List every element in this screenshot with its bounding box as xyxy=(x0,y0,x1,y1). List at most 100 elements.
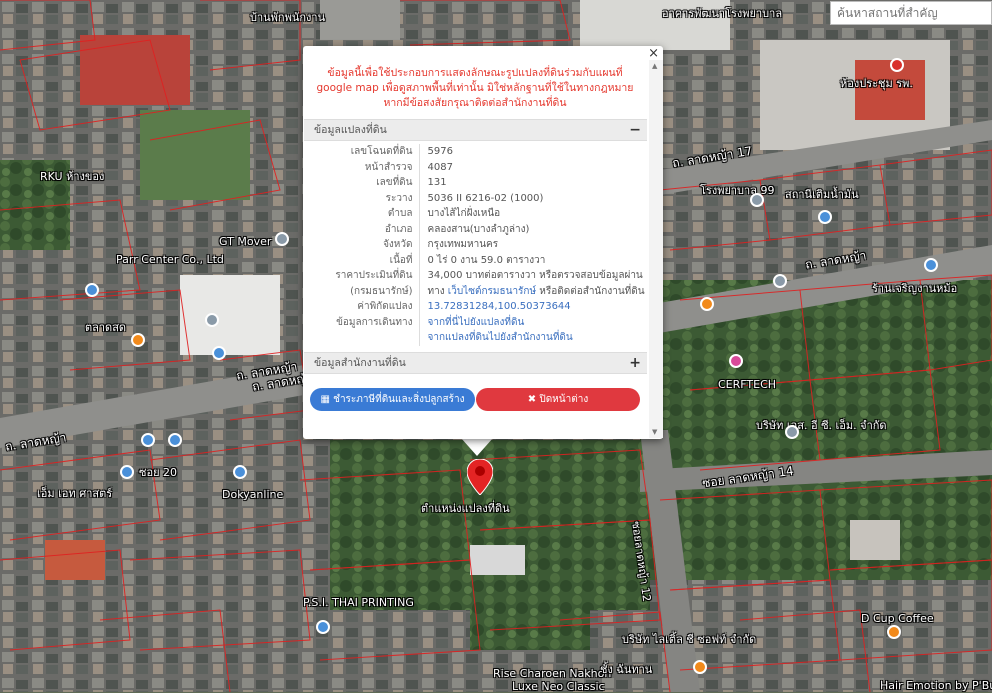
field-label: เลขโฉนดที่ดิน xyxy=(303,144,420,160)
table-row: หน้าสำรวจ 4087 xyxy=(303,159,647,175)
place-label-parr: Parr Center Co., Ltd xyxy=(116,253,224,266)
place-label-rise: Rise Charoen Nakhon xyxy=(493,667,612,680)
place-label-psi: P.S.I. THAI PRINTING xyxy=(303,596,414,609)
table-row: ระวาง 5036 II 6216-02 (1000) xyxy=(303,190,647,206)
office-section-title: ข้อมูลสำนักงานที่ดิน xyxy=(314,356,406,369)
scroll-up-icon[interactable]: ▲ xyxy=(652,62,657,70)
table-row: ตำบล บางไส้ไก่ฝั่งเหนือ xyxy=(303,206,647,222)
field-label: หน้าสำรวจ xyxy=(303,159,420,175)
field-label: ระวาง xyxy=(303,190,420,206)
deed-number-value: 5976 xyxy=(427,146,453,157)
place-label-shopping: ห้องประชุม รพ. xyxy=(840,77,913,90)
area-value: 0 ไร่ 0 งาน 59.0 ตารางวา xyxy=(427,254,546,266)
survey-page-value: 4087 xyxy=(427,161,453,173)
search-input[interactable] xyxy=(830,1,992,25)
popup-actions: ▦ ชำระภาษีที่ดินและสิ่งปลูกสร้าง ✖ ปิดหน… xyxy=(310,388,640,412)
table-row: จังหวัด กรุงเทพมหานคร xyxy=(303,237,647,253)
bus-pin-icon[interactable] xyxy=(141,433,155,447)
restaurant-pin-icon[interactable] xyxy=(131,333,145,347)
place-label-bbc: บริษัท เอส. อี ซี. เอ็ม. จำกัด xyxy=(756,419,887,432)
gas-station-pin-icon[interactable] xyxy=(818,210,832,224)
shop-pin-icon[interactable] xyxy=(924,258,938,272)
place-label-tpchan: บริษัท ไลเติ้ล ชี ซอฟท์ จำกัด xyxy=(622,633,757,646)
popup-pointer xyxy=(461,438,493,456)
field-label: ค่าพิกัดแปลง xyxy=(303,299,420,315)
table-row: ราคาประเมินที่ดิน (กรมธนารักษ์) 34,000 บ… xyxy=(303,268,647,299)
hospital-pin-icon[interactable] xyxy=(890,58,904,72)
pay-land-tax-button[interactable]: ▦ ชำระภาษีที่ดินและสิ่งปลูกสร้าง xyxy=(310,388,475,411)
place-label-ptt: สถานีเติมน้ำมัน xyxy=(785,188,859,201)
field-label: เนื้อที่ xyxy=(303,252,420,268)
table-row: เลขโฉนดที่ดิน 5976 xyxy=(303,144,647,160)
pay-land-tax-label: ชำระภาษีที่ดินและสิ่งปลูกสร้าง xyxy=(333,394,465,405)
table-row: ค่าพิกัดแปลง 13.72831284,100.50373644 xyxy=(303,299,647,315)
popup-scrollbar[interactable]: ▲ ▼ xyxy=(649,60,663,438)
disclaimer-notice: ข้อมูลนี้เพื่อใช้ประกอบการแสดงลักษณะรูปแ… xyxy=(316,67,634,109)
expand-icon[interactable]: + xyxy=(629,353,641,373)
scroll-down-icon[interactable]: ▼ xyxy=(652,428,657,436)
place-pin-icon[interactable] xyxy=(785,425,799,439)
table-row: เนื้อที่ 0 ไร่ 0 งาน 59.0 ตารางวา xyxy=(303,252,647,268)
place-label-market: ตลาดสด xyxy=(85,321,127,334)
shop-pin-icon[interactable] xyxy=(120,465,134,479)
place-label-luxe: Luxe Neo Classic xyxy=(512,680,605,693)
place-pin-icon[interactable] xyxy=(750,193,764,207)
parcel-section-header[interactable]: ข้อมูลแปลงที่ดิน − xyxy=(304,119,647,141)
close-icon: ✖ xyxy=(527,394,537,405)
place-label-rku: RKU ห้างของ xyxy=(40,170,105,183)
place-pin-icon[interactable] xyxy=(205,313,219,327)
table-row: เลขที่ดิน 131 xyxy=(303,175,647,191)
directions-to-plot-link[interactable]: จากที่นี่ไปยังแปลงที่ดิน xyxy=(428,317,525,328)
field-label: ตำบล xyxy=(303,206,420,222)
place-label-cerftech: CERFTECH xyxy=(718,378,777,391)
place-pin-icon[interactable] xyxy=(773,274,787,288)
shop-pin-icon[interactable] xyxy=(233,465,247,479)
field-label: ราคาประเมินที่ดิน (กรมธนารักษ์) xyxy=(303,268,420,299)
popup-close-icon[interactable]: × xyxy=(648,46,659,61)
appraisal-prefix: ทาง xyxy=(427,285,448,297)
directions-to-office-link[interactable]: จากแปลงที่ดินไปยังสำนักงานที่ดิน xyxy=(428,332,573,343)
bus-pin-icon[interactable] xyxy=(212,346,226,360)
appraisal-note: ทาง เว็บไซต์กรมธนารักษ์ หรือติดต่อสำนักง… xyxy=(428,284,647,300)
close-window-button[interactable]: ✖ ปิดหน้าต่าง xyxy=(476,388,640,411)
place-label-hair: Hair Emotion by P'Bur xyxy=(880,679,992,692)
land-plot-label: ตำแหน่งแปลงที่ดิน xyxy=(421,502,510,515)
place-label-kitchen: ชั้ง ฉันทาน xyxy=(600,663,653,676)
land-number-value: 131 xyxy=(427,177,447,188)
place-label-upper-center: บ้านพักพนักงาน xyxy=(250,11,326,24)
parcel-info-table: เลขโฉนดที่ดิน 5976 หน้าสำรวจ 4087 เลขที่… xyxy=(303,144,647,346)
place-pin-icon[interactable] xyxy=(275,232,289,246)
subdistrict-value: บางไส้ไก่ฝั่งเหนือ xyxy=(427,208,501,219)
restaurant-pin-icon[interactable] xyxy=(700,297,714,311)
field-label: จังหวัด xyxy=(303,237,420,253)
map-sheet-value: 5036 II 6216-02 (1000) xyxy=(427,192,544,204)
close-window-label: ปิดหน้าต่าง xyxy=(539,394,589,405)
collapse-icon[interactable]: − xyxy=(629,120,641,140)
office-section-header[interactable]: ข้อมูลสำนักงานที่ดิน + xyxy=(304,351,647,374)
shop-pin-icon[interactable] xyxy=(168,433,182,447)
land-plot-marker-icon[interactable] xyxy=(466,458,494,499)
place-label-top-right-bldg: อาคารพัฒนาโรงพยาบาล xyxy=(662,7,783,20)
field-label: ข้อมูลการเดินทาง xyxy=(303,314,420,346)
shop-pin-icon[interactable] xyxy=(729,354,743,368)
place-label-gt-mover: GT Mover xyxy=(219,235,272,248)
district-value: คลองสาน(บางลำภูล่าง) xyxy=(427,223,530,235)
coordinates-link[interactable]: 13.72831284,100.50373644 xyxy=(428,301,571,312)
parcel-section-title: ข้อมูลแปลงที่ดิน xyxy=(314,124,387,136)
grid-icon: ▦ xyxy=(320,394,330,405)
land-info-popup: × ข้อมูลนี้เพื่อใช้ประกอบการแสดงลักษณะรู… xyxy=(303,46,663,439)
province-value: กรุงเทพมหานคร xyxy=(427,239,499,250)
shop-pin-icon[interactable] xyxy=(316,620,330,634)
place-label-dcup: D Cup Coffee xyxy=(861,612,934,625)
place-label-soi20: ซอย 20 xyxy=(139,466,178,479)
table-row: ข้อมูลการเดินทาง จากที่นี่ไปยังแปลงที่ดิ… xyxy=(303,314,647,346)
place-label-dokyanline: Dokyanline xyxy=(222,488,284,501)
restaurant-pin-icon[interactable] xyxy=(693,660,707,674)
shop-pin-icon[interactable] xyxy=(85,283,99,297)
appraisal-value: 34,000 บาทต่อตารางวา หรือตรวจสอบข้อมูลผ่… xyxy=(419,268,647,299)
appraisal-price: 34,000 บาทต่อตารางวา หรือตรวจสอบข้อมูลผ่… xyxy=(427,270,643,281)
treasury-website-link[interactable]: เว็บไซต์กรมธนารักษ์ xyxy=(448,286,536,297)
popup-scroll-content[interactable]: ข้อมูลนี้เพื่อใช้ประกอบการแสดงลักษณะรูปแ… xyxy=(303,60,647,432)
appraisal-sublabel: (กรมธนารักษ์) xyxy=(350,285,413,297)
cafe-pin-icon[interactable] xyxy=(887,625,901,639)
